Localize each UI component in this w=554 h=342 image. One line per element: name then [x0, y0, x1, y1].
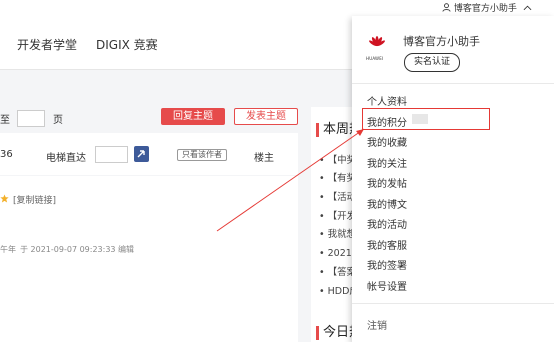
floor-jump-input[interactable] [95, 146, 128, 163]
menu-item-activities[interactable]: 我的活动 [367, 216, 407, 231]
post-meta-prefix: 午年 [0, 245, 16, 254]
user-icon [442, 3, 451, 12]
owner-label: 楼主 [254, 153, 274, 164]
menu-item-support[interactable]: 我的客服 [367, 237, 407, 252]
chevron-up-icon [523, 5, 532, 11]
menu-user-name: 博客官方小助手 [403, 35, 480, 48]
post-edit-meta: 于 2021-09-07 09:23:33 编辑 [20, 245, 135, 254]
menu-item-blogs[interactable]: 我的博文 [367, 196, 407, 211]
jump-label: 电梯直达 [46, 153, 86, 164]
floor-number: 36 [0, 149, 13, 160]
page-number-input[interactable] [17, 110, 45, 127]
huawei-logo [369, 36, 385, 47]
nav-digix[interactable]: DIGIX 竞赛 [96, 36, 158, 53]
hot-item[interactable]: • 【有奖 [319, 170, 356, 184]
hot-item[interactable]: • 【开发 [319, 208, 356, 222]
menu-item-favorites[interactable]: 我的收藏 [367, 134, 407, 149]
reply-topic-button[interactable]: 回复主题 [161, 108, 225, 125]
real-name-verify-button[interactable]: 实名认证 [404, 53, 460, 72]
menu-item-following[interactable]: 我的关注 [367, 155, 407, 170]
menu-item-account-settings[interactable]: 帐号设置 [367, 278, 407, 293]
jump-arrow-icon [137, 150, 145, 158]
star-icon [0, 194, 9, 203]
menu-item-signed[interactable]: 我的签署 [367, 257, 407, 272]
menu-item-posts[interactable]: 我的发帖 [367, 175, 407, 190]
top-user-name: 博客官方小助手 [453, 4, 517, 14]
menu-divider [352, 83, 554, 84]
top-bar: 博客官方小助手 [0, 0, 554, 17]
hot-item[interactable]: • 【活动 [319, 189, 356, 203]
huawei-logo-text: HUAWEI [366, 56, 384, 61]
only-author-button[interactable]: 只看该作者 [177, 149, 227, 161]
nav-developer-school[interactable]: 开发者学堂 [17, 36, 77, 53]
menu-item-profile[interactable]: 个人资料 [367, 93, 407, 108]
copy-link[interactable]: [复制链接] [13, 193, 56, 206]
pager-suffix: 页 [53, 115, 63, 126]
user-dropdown-menu: HUAWEI 博客官方小助手 实名认证 个人资料 我的积分 我的收藏 我的关注 … [352, 16, 554, 342]
menu-divider [352, 303, 554, 304]
hot-item[interactable]: • 【答案 [319, 264, 356, 278]
floor-jump-button[interactable] [134, 146, 149, 162]
menu-item-logout[interactable]: 注销 [367, 317, 387, 332]
post-topic-button[interactable]: 发表主题 [234, 108, 298, 125]
pager-prefix: 至 [0, 115, 10, 126]
hot-item[interactable]: • 我就想 [319, 226, 356, 240]
highlight-box [362, 108, 490, 130]
user-menu-trigger[interactable]: 博客官方小助手 [442, 1, 532, 14]
hot-item[interactable]: • 【中奖 [319, 152, 356, 166]
